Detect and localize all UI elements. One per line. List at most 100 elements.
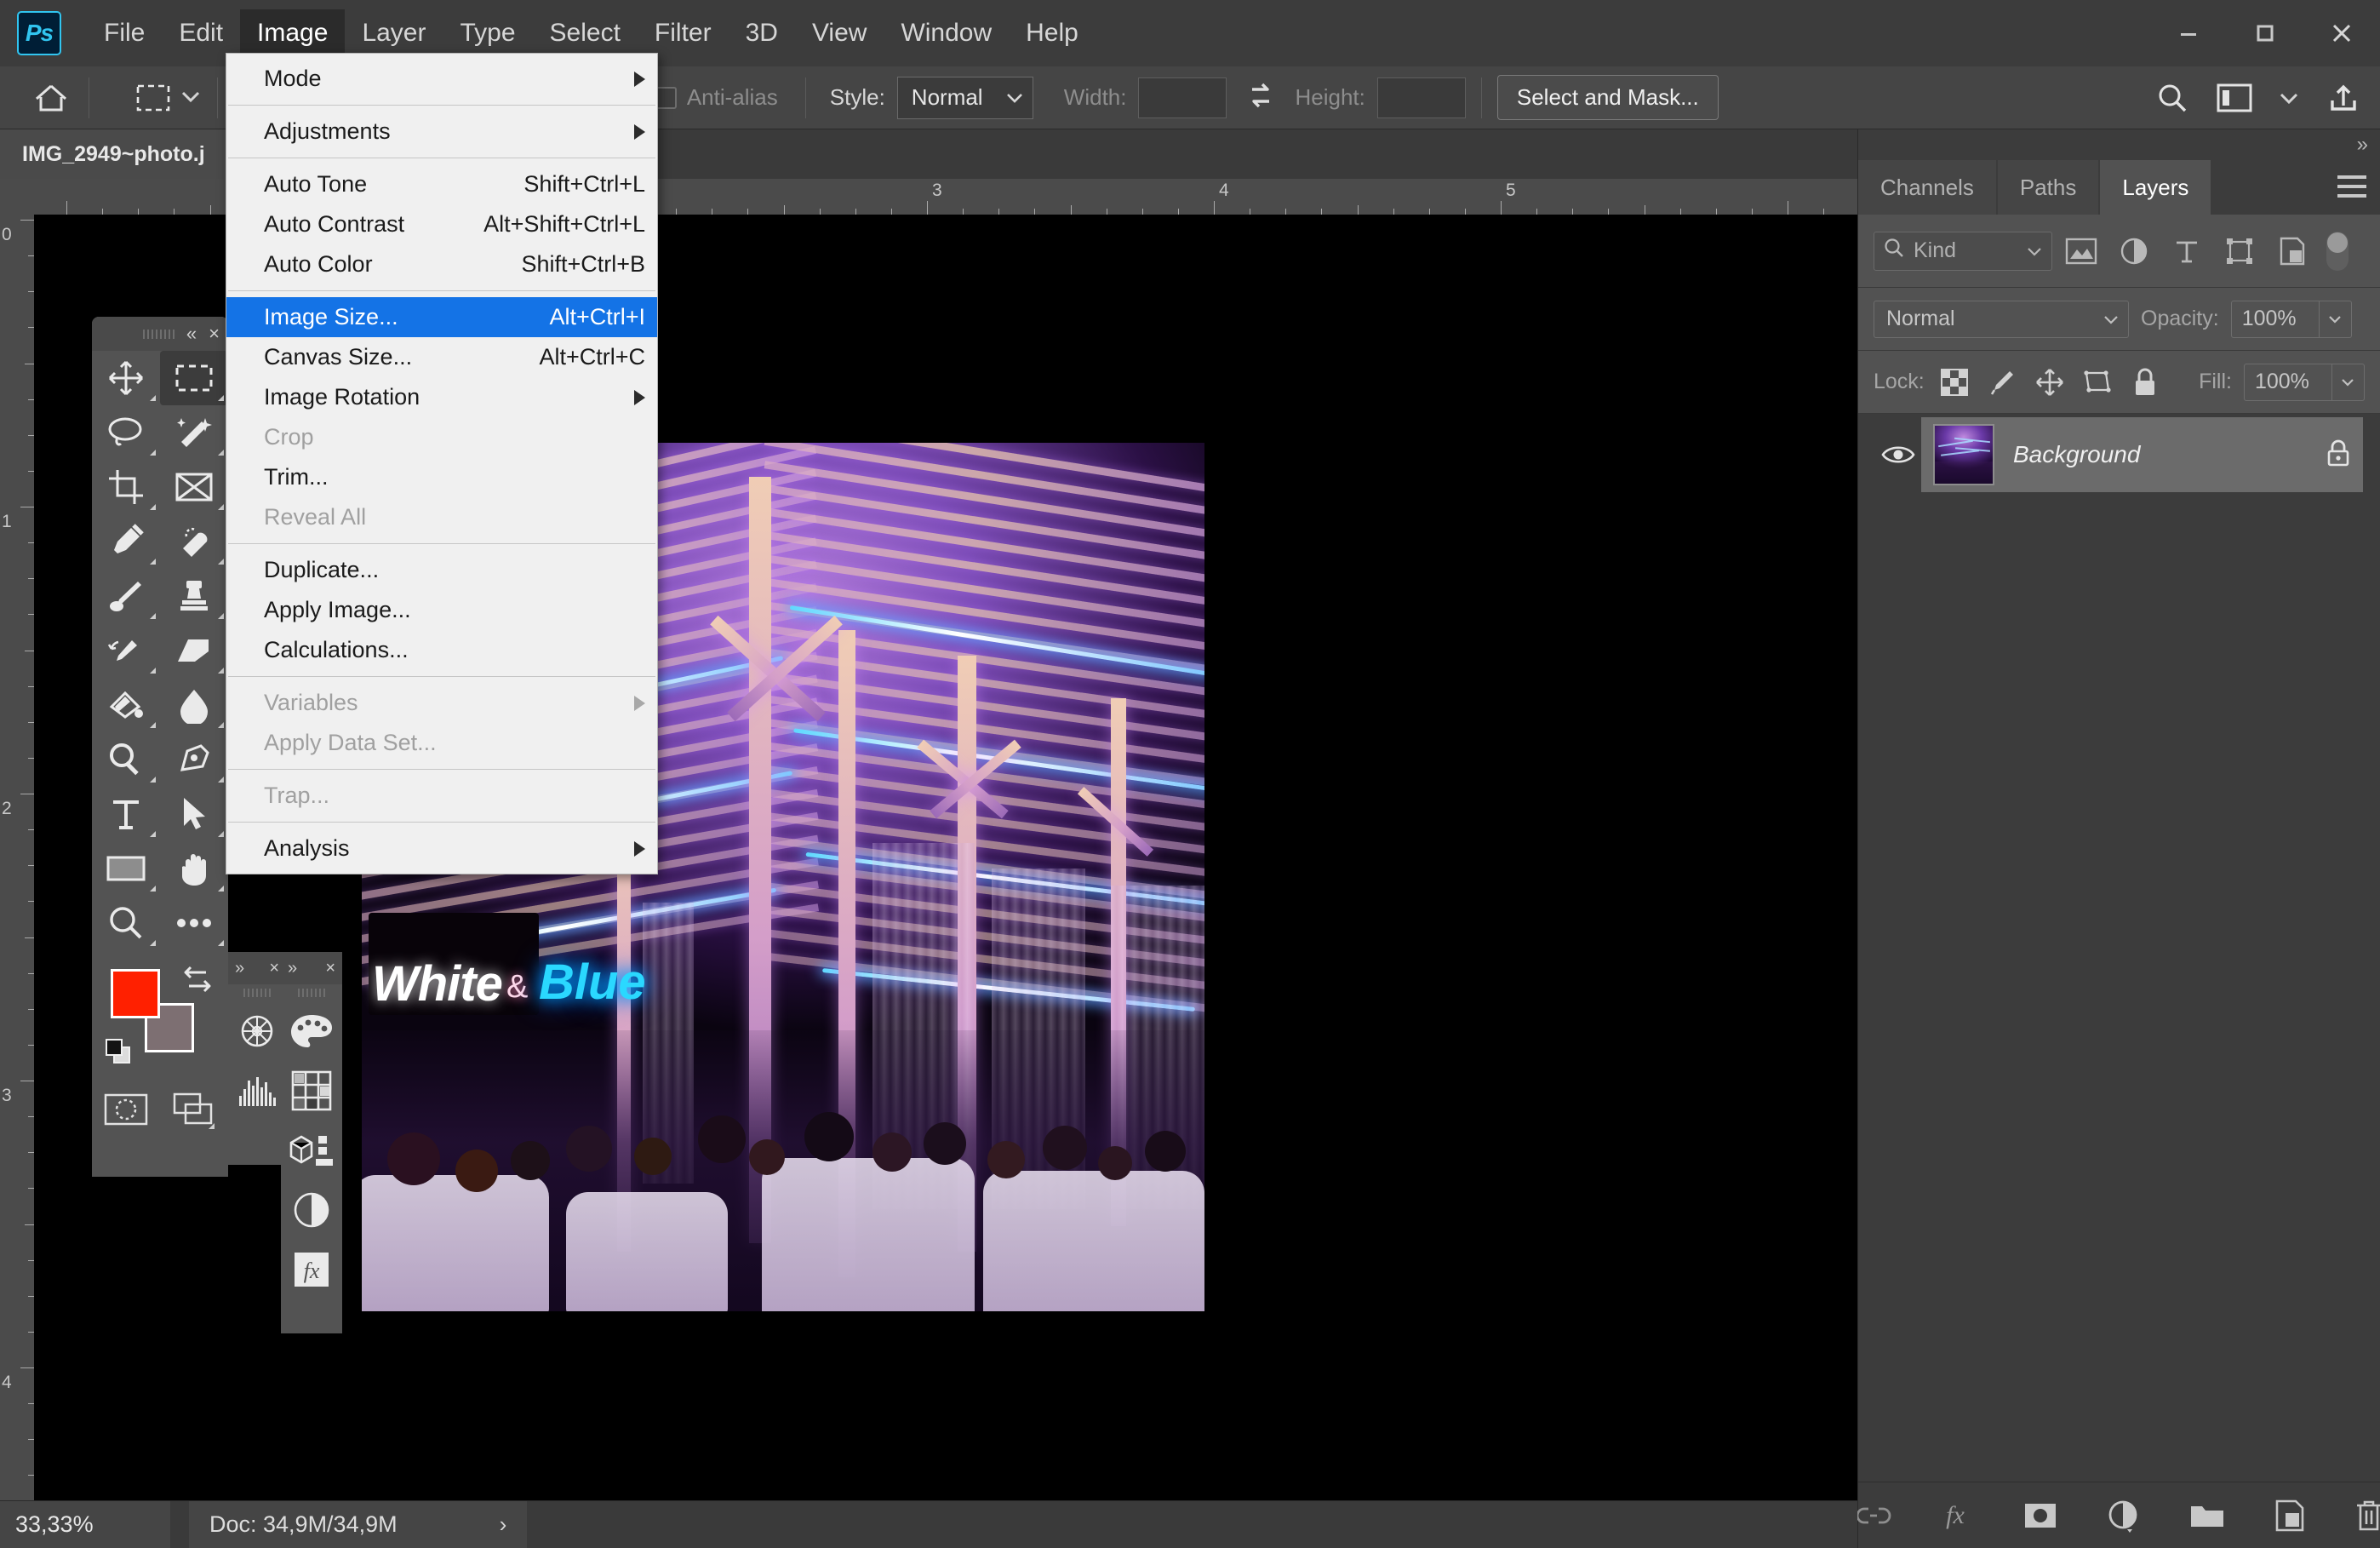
layer-filter-kind-select[interactable]: Kind bbox=[1874, 231, 2052, 271]
menu-item-view[interactable]: View bbox=[795, 9, 884, 57]
blend-mode-select[interactable]: Normal bbox=[1874, 300, 2129, 338]
delete-layer-icon[interactable] bbox=[2354, 1499, 2380, 1533]
screen-mode-icon[interactable] bbox=[167, 1086, 221, 1132]
menu-item-image-rotation[interactable]: Image Rotation bbox=[226, 377, 657, 417]
fill-value[interactable]: 100% bbox=[2243, 363, 2332, 401]
drag-grip[interactable] bbox=[142, 324, 174, 343]
pen-tool[interactable] bbox=[160, 732, 228, 787]
opacity-value[interactable]: 100% bbox=[2230, 300, 2320, 338]
type-tool[interactable] bbox=[92, 787, 160, 841]
filter-enable-toggle[interactable] bbox=[2326, 231, 2349, 271]
fill-chevron-icon[interactable] bbox=[2331, 363, 2365, 401]
menu-item-image[interactable]: Image bbox=[240, 9, 346, 57]
menu-item-image-size[interactable]: Image Size... Alt+Ctrl+I bbox=[226, 297, 657, 337]
menu-item-adjustments[interactable]: Adjustments bbox=[226, 112, 657, 152]
drag-grip[interactable] bbox=[281, 984, 342, 1001]
healing-brush-tool[interactable] bbox=[160, 514, 228, 569]
width-input[interactable] bbox=[1138, 77, 1227, 118]
layer-thumbnail[interactable] bbox=[1933, 424, 1994, 485]
menu-item-file[interactable]: File bbox=[87, 9, 162, 57]
style-select[interactable]: Normal bbox=[896, 76, 1033, 119]
lock-transparent-pixels-icon[interactable] bbox=[1937, 363, 1972, 402]
edit-toolbar-tool[interactable] bbox=[160, 896, 228, 950]
styles-fx-icon[interactable]: fx bbox=[281, 1240, 342, 1299]
minimize-button[interactable] bbox=[2150, 0, 2227, 66]
document-info-arrow-icon[interactable]: › bbox=[500, 1511, 507, 1538]
pixel-layer-filter-icon[interactable] bbox=[2057, 232, 2105, 271]
lasso-tool[interactable] bbox=[92, 405, 160, 460]
eraser-tool[interactable] bbox=[160, 623, 228, 678]
path-selection-tool[interactable] bbox=[160, 787, 228, 841]
lock-image-pixels-icon[interactable] bbox=[1984, 363, 2020, 402]
search-icon[interactable] bbox=[2154, 79, 2191, 117]
color-palette-icon[interactable] bbox=[281, 1001, 342, 1061]
menu-item-calculations[interactable]: Calculations... bbox=[226, 630, 657, 670]
lock-position-icon[interactable] bbox=[2032, 363, 2068, 402]
panel-menu-icon[interactable] bbox=[2337, 175, 2366, 204]
menu-item-apply-image[interactable]: Apply Image... bbox=[226, 590, 657, 630]
add-layer-mask-icon[interactable] bbox=[2022, 1501, 2059, 1530]
menu-item-edit[interactable]: Edit bbox=[162, 9, 240, 57]
menu-item-3d[interactable]: 3D bbox=[729, 9, 795, 57]
zoom-tool[interactable] bbox=[92, 896, 160, 950]
tab-paths[interactable]: Paths bbox=[1997, 160, 2099, 215]
dodge-tool[interactable] bbox=[92, 732, 160, 787]
menu-item-analysis[interactable]: Analysis bbox=[226, 828, 657, 869]
menu-item-auto-tone[interactable]: Auto Tone Shift+Ctrl+L bbox=[226, 164, 657, 204]
crop-tool[interactable] bbox=[92, 460, 160, 514]
drag-grip[interactable] bbox=[228, 984, 286, 1001]
eyedropper-tool[interactable] bbox=[92, 514, 160, 569]
tab-channels[interactable]: Channels bbox=[1858, 160, 1996, 215]
workspace-icon[interactable] bbox=[2217, 83, 2252, 112]
close-icon[interactable]: × bbox=[325, 959, 335, 978]
document-info[interactable]: Doc: 34,9M/34,9M › bbox=[189, 1500, 528, 1548]
chevron-down-icon[interactable] bbox=[180, 87, 202, 109]
document-tab[interactable]: IMG_2949~photo.j bbox=[0, 129, 227, 179]
history-brush-tool[interactable] bbox=[92, 623, 160, 678]
menu-item-filter[interactable]: Filter bbox=[638, 9, 729, 57]
frame-tool[interactable] bbox=[160, 460, 228, 514]
quick-mask-icon[interactable] bbox=[99, 1086, 153, 1132]
menu-item-duplicate[interactable]: Duplicate... bbox=[226, 550, 657, 590]
rectangle-tool[interactable] bbox=[92, 841, 160, 896]
share-icon[interactable] bbox=[2326, 80, 2361, 116]
expand-panels-icon[interactable]: » bbox=[1858, 129, 2380, 160]
tab-layers[interactable]: Layers bbox=[2100, 160, 2211, 215]
swap-dimensions-icon[interactable] bbox=[1244, 78, 1278, 117]
blur-tool[interactable] bbox=[160, 678, 228, 732]
hand-tool[interactable] bbox=[160, 841, 228, 896]
image-menu-dropdown[interactable]: Mode Adjustments Auto Tone Shift+Ctrl+L Auto… bbox=[226, 53, 658, 874]
menu-item-canvas-size[interactable]: Canvas Size... Alt+Ctrl+C bbox=[226, 337, 657, 377]
menu-item-window[interactable]: Window bbox=[884, 9, 1009, 57]
histogram-icon[interactable] bbox=[228, 1061, 286, 1121]
height-input[interactable] bbox=[1376, 77, 1466, 118]
close-icon[interactable]: × bbox=[209, 323, 220, 345]
home-icon[interactable] bbox=[29, 76, 73, 120]
menu-item-type[interactable]: Type bbox=[443, 9, 532, 57]
link-layers-icon[interactable] bbox=[1855, 1503, 1892, 1528]
foreground-color-swatch[interactable] bbox=[111, 969, 160, 1018]
navigator-icon[interactable] bbox=[228, 1001, 286, 1061]
gradient-tool[interactable] bbox=[92, 678, 160, 732]
new-adjustment-layer-icon[interactable] bbox=[2107, 1499, 2141, 1533]
opacity-chevron-icon[interactable] bbox=[2319, 300, 2352, 338]
layer-name[interactable]: Background bbox=[2013, 441, 2307, 468]
menu-item-trim[interactable]: Trim... bbox=[226, 457, 657, 497]
zoom-level-field[interactable]: 33,33% bbox=[0, 1500, 170, 1548]
swatches-grid-icon[interactable] bbox=[281, 1061, 342, 1121]
default-colors-icon[interactable] bbox=[104, 1037, 138, 1075]
collapse-panel-icon[interactable]: « bbox=[186, 323, 197, 345]
collapse-panel-icon[interactable]: » bbox=[235, 959, 244, 978]
layer-row-background[interactable]: Background bbox=[1858, 414, 2380, 496]
smart-object-filter-icon[interactable] bbox=[2268, 232, 2316, 271]
rectangular-marquee-tool[interactable] bbox=[160, 351, 228, 405]
shape-layer-filter-icon[interactable] bbox=[2216, 232, 2263, 271]
collapse-panel-icon[interactable]: » bbox=[288, 959, 297, 978]
close-button[interactable] bbox=[2303, 0, 2380, 66]
layer-styles-fx-icon[interactable]: fx bbox=[1940, 1499, 1974, 1532]
menu-item-auto-color[interactable]: Auto Color Shift+Ctrl+B bbox=[226, 244, 657, 284]
menu-item-select[interactable]: Select bbox=[533, 9, 638, 57]
select-and-mask-button[interactable]: Select and Mask... bbox=[1496, 75, 1719, 120]
layer-row-content[interactable]: Background bbox=[1921, 417, 2363, 492]
adjustments-icon[interactable] bbox=[281, 1180, 342, 1240]
